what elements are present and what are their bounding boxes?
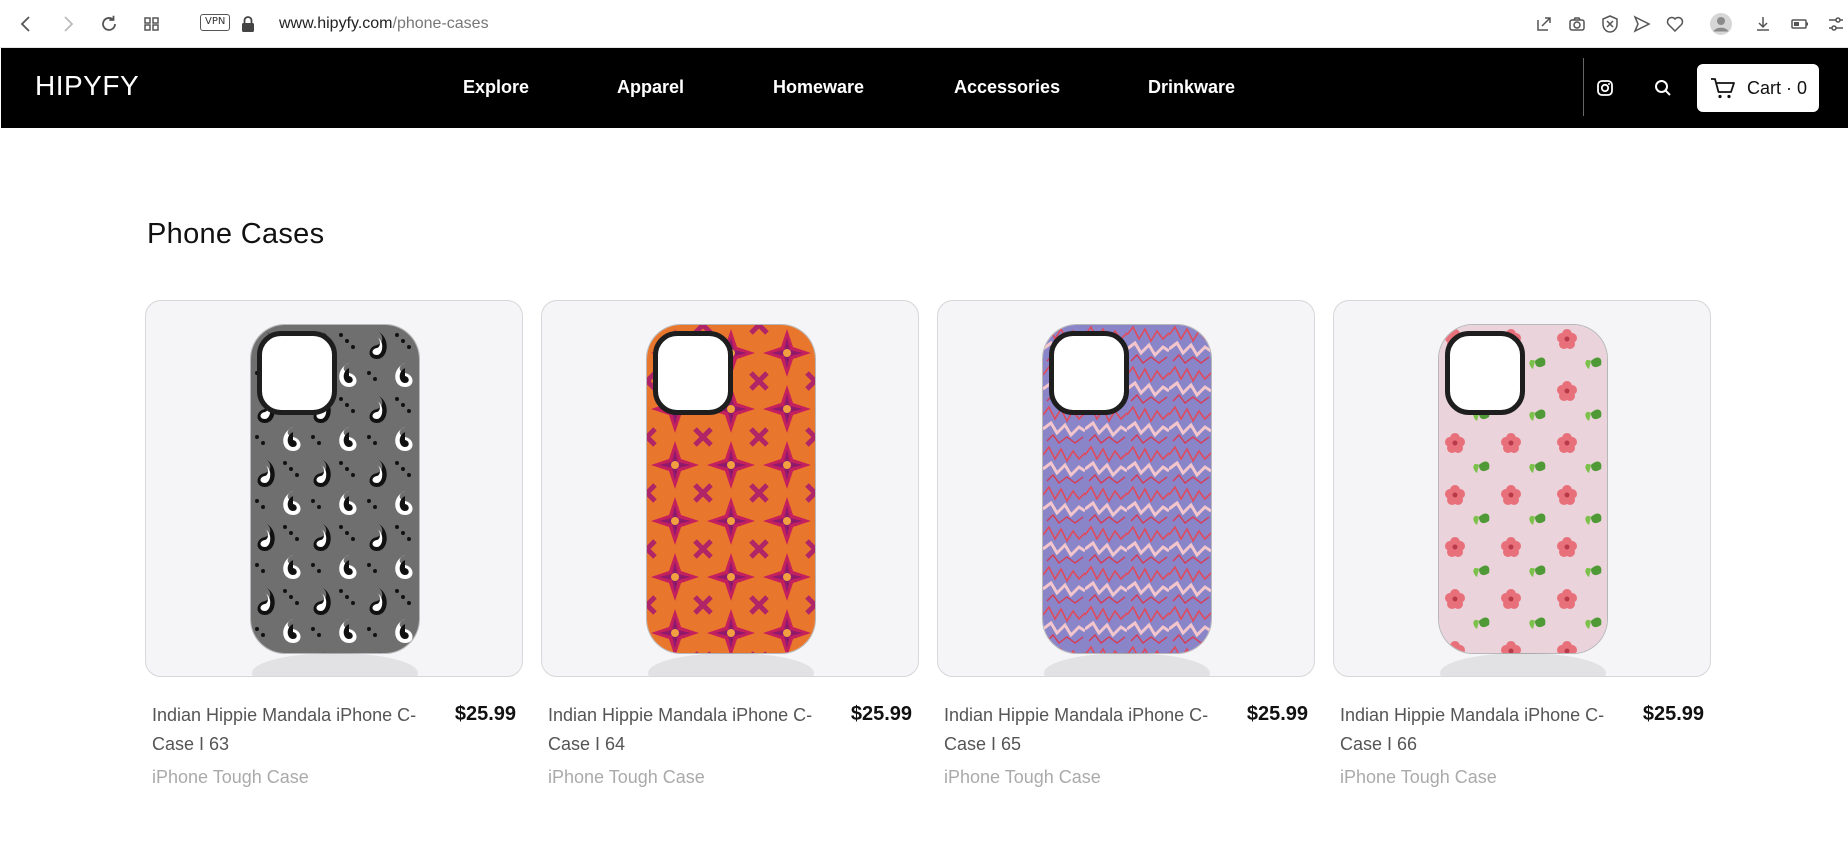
product-name[interactable]: Indian Hippie Mandala iPhone C-Case I 66	[1340, 701, 1610, 759]
cart-label: Cart · 0	[1747, 77, 1808, 98]
phone-shadow	[1440, 653, 1606, 676]
product-price: $25.99	[1642, 703, 1704, 725]
product-price: $25.99	[454, 703, 516, 725]
product-image[interactable]	[145, 300, 523, 677]
product-name[interactable]: Indian Hippie Mandala iPhone C-Case I 63	[152, 701, 422, 759]
phone-case-paisley	[251, 325, 419, 653]
camera-cutout	[257, 331, 337, 415]
product-card[interactable]: Indian Hippie Mandala iPhone C-Case I 66…	[1333, 300, 1711, 797]
product-price: $25.99	[850, 703, 912, 725]
profile-avatar-icon[interactable]	[1709, 12, 1733, 36]
reload-icon[interactable]	[97, 12, 121, 36]
phone-shadow	[252, 653, 418, 676]
product-info: Indian Hippie Mandala iPhone C-Case I 65…	[937, 677, 1315, 797]
adblock-icon[interactable]	[1598, 12, 1622, 36]
vpn-badge[interactable]: VPN	[200, 14, 231, 31]
product-card[interactable]: Indian Hippie Mandala iPhone C-Case I 65…	[937, 300, 1315, 797]
header-divider	[1583, 58, 1584, 116]
url-path: /phone-cases	[392, 15, 489, 32]
camera-cutout	[1049, 331, 1129, 415]
product-image[interactable]	[541, 300, 919, 677]
product-info: Indian Hippie Mandala iPhone C-Case I 63…	[145, 677, 523, 797]
lock-icon[interactable]	[236, 12, 260, 36]
page-title: Phone Cases	[147, 218, 325, 250]
product-card[interactable]: Indian Hippie Mandala iPhone C-Case I 64…	[541, 300, 919, 797]
product-type: iPhone Tough Case	[1340, 767, 1497, 787]
phone-case-mandala	[647, 325, 815, 653]
heart-icon[interactable]	[1663, 12, 1687, 36]
product-type: iPhone Tough Case	[944, 767, 1101, 787]
site-logo[interactable]: HIPYFY	[35, 70, 139, 102]
nav-apparel[interactable]: Apparel	[617, 77, 684, 98]
nav-drinkware[interactable]: Drinkware	[1148, 77, 1235, 98]
camera-cutout	[1445, 331, 1525, 415]
nav-accessories[interactable]: Accessories	[954, 77, 1060, 98]
phone-shadow	[648, 653, 814, 676]
download-icon[interactable]	[1751, 12, 1775, 36]
tab-grid-icon[interactable]	[140, 12, 164, 36]
browser-toolbar: VPN www.hipyfy.com/phone-cases	[0, 0, 1848, 48]
product-card[interactable]: Indian Hippie Mandala iPhone C-Case I 63…	[145, 300, 523, 797]
share-icon[interactable]	[1532, 12, 1556, 36]
back-icon[interactable]	[14, 12, 38, 36]
address-bar[interactable]: www.hipyfy.com/phone-cases	[279, 13, 489, 35]
product-name[interactable]: Indian Hippie Mandala iPhone C-Case I 64	[548, 701, 818, 759]
instagram-icon[interactable]	[1593, 76, 1617, 100]
nav-explore[interactable]: Explore	[463, 77, 529, 98]
cart-button[interactable]: Cart · 0	[1697, 64, 1819, 112]
send-icon[interactable]	[1630, 12, 1654, 36]
nav-homeware[interactable]: Homeware	[773, 77, 864, 98]
search-icon[interactable]	[1651, 76, 1675, 100]
camera-cutout	[653, 331, 733, 415]
product-type: iPhone Tough Case	[548, 767, 705, 787]
site-header: HIPYFY Explore Apparel Homeware Accessor…	[1, 48, 1848, 128]
product-image[interactable]	[937, 300, 1315, 677]
url-domain: www.hipyfy.com	[279, 15, 393, 32]
product-type: iPhone Tough Case	[152, 767, 309, 787]
camera-icon[interactable]	[1565, 12, 1589, 36]
product-price: $25.99	[1246, 703, 1308, 725]
product-name[interactable]: Indian Hippie Mandala iPhone C-Case I 65	[944, 701, 1214, 759]
settings-sliders-icon[interactable]	[1824, 12, 1848, 36]
product-info: Indian Hippie Mandala iPhone C-Case I 64…	[541, 677, 919, 797]
phone-case-zigzag	[1043, 325, 1211, 653]
product-info: Indian Hippie Mandala iPhone C-Case I 66…	[1333, 677, 1711, 797]
battery-icon	[1788, 12, 1812, 36]
forward-icon[interactable]	[56, 12, 80, 36]
phone-case-floral	[1439, 325, 1607, 653]
phone-shadow	[1044, 653, 1210, 676]
cart-icon	[1709, 74, 1737, 102]
product-image[interactable]	[1333, 300, 1711, 677]
